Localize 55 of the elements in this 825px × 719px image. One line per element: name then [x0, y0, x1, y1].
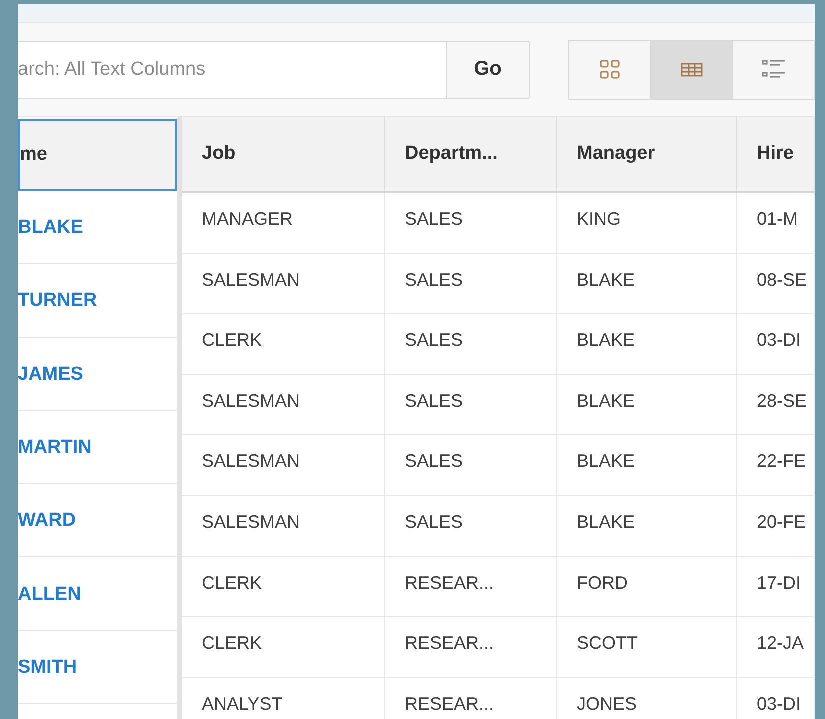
column-header[interactable]: Job [182, 117, 385, 193]
table-cell: SALESMAN [182, 496, 385, 557]
table-cell: SALES [385, 374, 557, 436]
table-cell: 22-FE [737, 435, 815, 496]
table-cell: RESEAR... [385, 678, 557, 719]
table-cell: RESEAR... [385, 617, 557, 678]
table-cell: SALES [385, 254, 557, 314]
column-header[interactable]: Departm... [385, 117, 557, 193]
grid-icon [598, 58, 620, 80]
table-cell: SALES [385, 193, 557, 254]
name-link[interactable]: SMITH [18, 656, 78, 679]
column-header[interactable]: Manager [557, 117, 737, 193]
icon-view-button[interactable] [569, 40, 651, 98]
table-cell: 03-DI [737, 678, 815, 719]
table-cell: BLAKE [557, 254, 737, 314]
list-icon [762, 58, 786, 80]
name-link[interactable]: ALLEN [18, 584, 82, 606]
table-cell: SCOTT [557, 617, 737, 678]
table-cell: SALESMAN [182, 254, 385, 314]
table-cell: JONES [557, 678, 737, 719]
table-cell: CLERK [182, 556, 385, 618]
name-link[interactable]: MARTIN [18, 437, 92, 460]
table-cell: BLAKE [557, 374, 737, 436]
table-cell: SALESMAN [182, 435, 385, 496]
table-cell: SALES [385, 496, 557, 557]
table-cell: BLAKE [557, 314, 737, 375]
name-link[interactable]: TURNER [18, 290, 98, 312]
table-cell: RESEAR... [385, 556, 557, 618]
table-cell: 20-FE [737, 496, 815, 557]
column-header[interactable]: me [18, 119, 177, 191]
name-link[interactable]: BLAKE [18, 217, 84, 240]
table-cell: 08-SE [737, 254, 815, 314]
table-cell: 17-DI [737, 556, 815, 618]
table-cell: KING [557, 193, 737, 254]
table-cell: MANAGER [182, 193, 385, 254]
table-cell: 28-SE [737, 374, 815, 436]
table-cell: SALES [385, 435, 557, 496]
table-cell: 03-DI [737, 314, 815, 375]
column-header[interactable]: Hire [737, 117, 815, 193]
name-link[interactable]: JAMES [18, 364, 84, 386]
table-cell: 12-JA [737, 617, 815, 678]
table-cell: 01-M [737, 193, 815, 254]
table-cell: FORD [557, 556, 737, 618]
table-cell: BLAKE [557, 435, 737, 496]
name-link[interactable]: WARD [18, 510, 76, 532]
table-cell: BLAKE [557, 496, 737, 557]
table-cell: CLERK [182, 617, 385, 678]
table-cell: SALESMAN [182, 374, 385, 436]
table-cell: CLERK [182, 314, 385, 375]
table-icon [680, 62, 702, 76]
report-view-button[interactable] [651, 40, 733, 98]
table-cell: SALES [385, 314, 557, 375]
search-field[interactable]: arch: All Text Columns [18, 40, 446, 98]
table-cell: ANALYST [182, 678, 385, 719]
go-button[interactable]: Go [446, 40, 530, 98]
